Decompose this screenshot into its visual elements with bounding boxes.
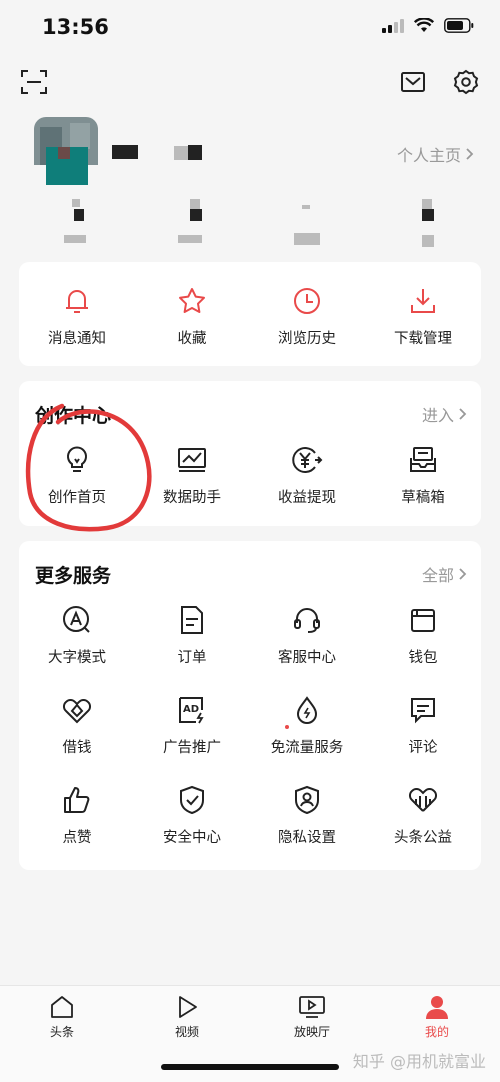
stats-redacted [40,195,460,250]
service-label: 钱包 [408,650,438,666]
avatar[interactable] [34,117,98,185]
quick-action-label: 下载管理 [394,331,452,347]
large-font-icon [63,606,90,633]
service-large-font[interactable]: 大字模式 [19,603,135,667]
tab-mine[interactable]: 我的 [387,994,487,1040]
signal-icon [382,18,404,33]
service-label: 免流量服务 [270,740,344,756]
quick-action-history[interactable]: 浏览历史 [249,284,365,348]
more-services-card: 更多服务 全部 大字模式 订单 客服中心 钱包 借钱 AD 广告推广 免流量服务… [19,541,481,870]
chart-monitor-icon [178,448,206,472]
homepage-link[interactable]: 个人主页 [397,142,474,166]
loan-icon [63,699,91,724]
scan-icon [21,70,47,94]
service-label: 评论 [408,740,438,756]
service-likes[interactable]: 点赞 [19,783,135,847]
service-free-data[interactable]: 免流量服务 [249,693,365,757]
tab-label: 放映厅 [293,1025,330,1039]
clock-icon [294,288,320,314]
svg-text:AD: AD [183,704,199,715]
creation-earnings[interactable]: 收益提现 [249,443,365,507]
service-label: 隐私设置 [278,830,336,846]
service-orders[interactable]: 订单 [134,603,250,667]
service-label: 大字模式 [48,650,106,666]
more-services-all-label: 全部 [421,566,454,585]
charity-icon [409,788,437,812]
creation-drafts[interactable]: 草稿箱 [365,443,481,507]
creation-center-enter-label: 进入 [421,406,454,425]
service-label: 客服中心 [278,650,336,666]
shield-check-icon [180,785,204,815]
homepage-label: 个人主页 [396,146,461,165]
yuan-coin-icon [292,447,323,473]
comment-icon [411,698,435,724]
gear-icon [453,69,479,95]
battery-icon [444,18,474,33]
tab-headlines[interactable]: 头条 [12,994,112,1040]
star-icon [179,288,205,313]
service-label: 广告推广 [163,740,221,756]
tab-video[interactable]: 视频 [137,994,237,1040]
quick-action-label: 浏览历史 [278,331,336,347]
service-wallet[interactable]: 钱包 [365,603,481,667]
service-label: 点赞 [62,830,92,846]
chevron-right-icon [466,148,474,160]
headset-icon [294,608,320,633]
document-icon [181,606,203,634]
play-icon [179,996,197,1018]
creation-label: 草稿箱 [401,490,445,506]
quick-action-label: 消息通知 [48,331,106,347]
creation-center-enter[interactable]: 进入 [422,402,467,426]
status-icons [382,18,474,33]
service-customer-support[interactable]: 客服中心 [249,603,365,667]
thumbs-up-icon [64,787,90,813]
cinema-icon [299,996,325,1018]
draft-box-icon [410,447,436,472]
chevron-right-icon [459,568,467,580]
bell-icon [66,290,88,313]
more-services-title: 更多服务 [35,565,112,587]
tab-label: 我的 [424,1025,449,1039]
quick-actions-card: 消息通知 收藏 浏览历史 下载管理 [19,262,481,366]
ad-icon: AD [179,697,204,724]
creation-label: 收益提现 [278,490,336,506]
service-label: 订单 [177,650,207,666]
chevron-right-icon [459,408,467,420]
creation-label: 数据助手 [163,490,221,506]
notification-dot [285,725,289,729]
service-security[interactable]: 安全中心 [134,783,250,847]
download-icon [411,289,435,313]
service-label: 借钱 [62,740,92,756]
annotation-circle [25,403,152,532]
username-redacted [112,145,204,161]
scan-button[interactable] [17,65,51,99]
quick-action-label: 收藏 [177,331,207,347]
tab-label: 头条 [49,1025,74,1039]
home-icon [51,996,73,1018]
quick-action-favorites[interactable]: 收藏 [134,284,250,348]
status-time: 13:56 [42,15,109,39]
service-ads[interactable]: AD 广告推广 [134,693,250,757]
service-charity[interactable]: 头条公益 [365,783,481,847]
service-loan[interactable]: 借钱 [19,693,135,757]
mail-icon [401,72,425,92]
service-privacy[interactable]: 隐私设置 [249,783,365,847]
service-label: 安全中心 [163,830,221,846]
data-drop-icon [296,696,318,724]
service-label: 头条公益 [394,830,452,846]
privacy-shield-icon [295,785,319,815]
watermark: 知乎 @用机就富业 [352,1052,486,1071]
service-comments[interactable]: 评论 [365,693,481,757]
person-icon [426,996,448,1019]
tab-cinema[interactable]: 放映厅 [262,994,362,1040]
quick-action-downloads[interactable]: 下载管理 [365,284,481,348]
quick-action-notifications[interactable]: 消息通知 [19,284,135,348]
tab-label: 视频 [174,1025,199,1039]
wallet-icon [411,609,435,632]
more-services-all[interactable]: 全部 [422,562,467,586]
mail-button[interactable] [396,65,430,99]
home-indicator [161,1064,339,1070]
settings-button[interactable] [449,65,483,99]
wifi-icon [414,18,434,32]
